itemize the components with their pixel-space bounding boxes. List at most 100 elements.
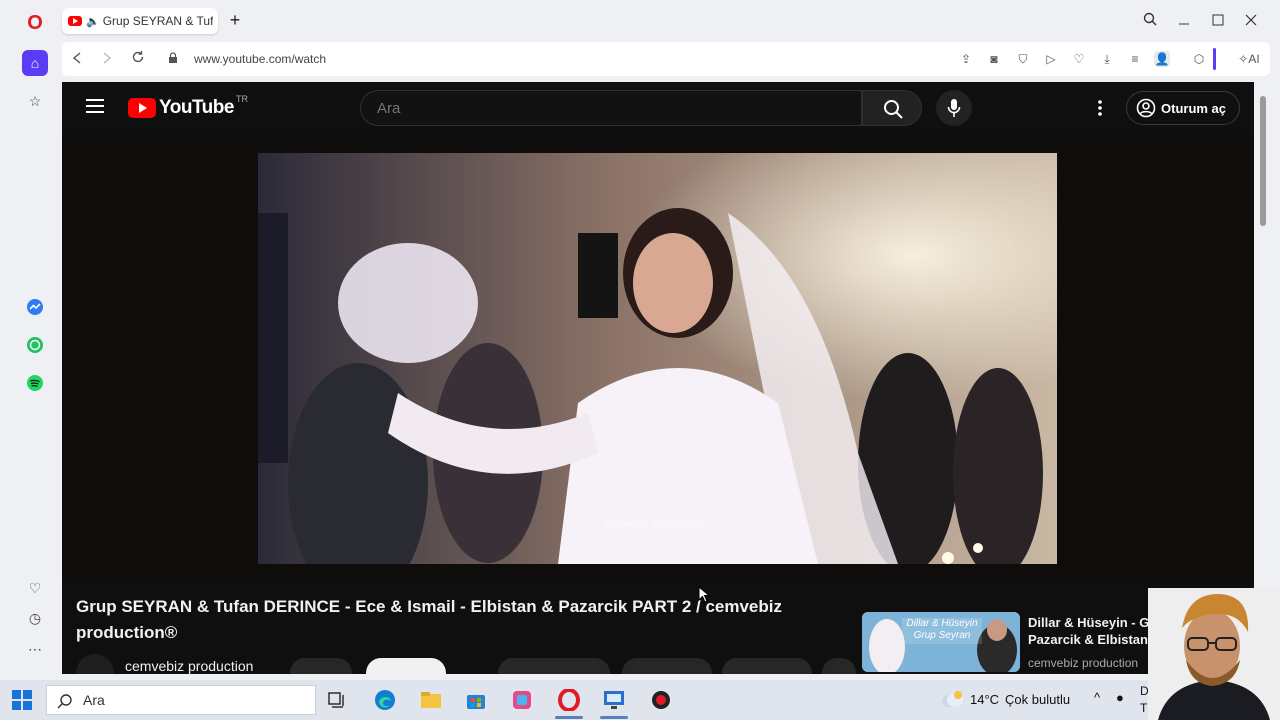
search-tabs-icon[interactable] bbox=[1139, 10, 1161, 32]
video-watermark: cemvebiz production bbox=[603, 518, 704, 530]
windows-start-icon[interactable] bbox=[12, 690, 32, 710]
menu-lines-icon[interactable]: ≡ bbox=[1127, 51, 1143, 67]
region-code: TR bbox=[235, 94, 248, 104]
search-input[interactable] bbox=[361, 91, 861, 125]
weather-condition: Çok bulutlu bbox=[1005, 691, 1071, 707]
download-icon[interactable]: ⤓ bbox=[1099, 51, 1115, 67]
cloud-icon bbox=[942, 691, 963, 707]
store-icon[interactable] bbox=[462, 686, 490, 714]
youtube-favicon-icon bbox=[68, 16, 82, 26]
file-explorer-icon[interactable] bbox=[417, 686, 445, 714]
profile-icon[interactable]: 👤 bbox=[1154, 51, 1170, 67]
video-player[interactable]: cemvebiz production bbox=[62, 134, 1254, 582]
account-circle-icon bbox=[1136, 98, 1156, 118]
maximize-button[interactable] bbox=[1207, 10, 1229, 32]
related-title: Dillar & Hüseyin - Gru Pazarcik & Elbist… bbox=[1028, 614, 1158, 648]
youtube-logo[interactable]: YouTube TR bbox=[128, 94, 248, 119]
reload-button[interactable] bbox=[129, 50, 147, 68]
remote-desktop-icon[interactable] bbox=[600, 686, 628, 714]
remote-active-indicator bbox=[600, 716, 628, 719]
youtube-header: YouTube TR Oturum aç bbox=[62, 82, 1254, 134]
related-title-line1: Dillar & Hüseyin - Gru bbox=[1028, 615, 1158, 630]
task-view-icon[interactable] bbox=[323, 686, 351, 714]
signin-label: Oturum aç bbox=[1161, 100, 1227, 116]
close-button[interactable] bbox=[1240, 10, 1262, 32]
heart-sidebar-icon[interactable]: ♡ bbox=[22, 575, 48, 601]
page-scrollbar[interactable] bbox=[1256, 82, 1270, 674]
back-button[interactable] bbox=[68, 50, 86, 68]
new-tab-button[interactable]: + bbox=[226, 11, 244, 30]
browser-tab[interactable]: 🔈 Grup SEYRAN & Tufan bbox=[62, 8, 218, 34]
like-dislike-button[interactable] bbox=[498, 658, 610, 674]
speaker-icon[interactable]: 🔈 bbox=[86, 15, 100, 28]
aria-ai-button[interactable]: ✧AI bbox=[1234, 51, 1264, 67]
shield-icon[interactable]: ⛉ bbox=[1015, 51, 1031, 67]
microphone-tray-icon[interactable]: ● bbox=[1116, 690, 1124, 705]
camera-icon[interactable]: ◙ bbox=[986, 51, 1002, 67]
join-button[interactable] bbox=[290, 658, 352, 674]
edge-icon[interactable] bbox=[371, 686, 399, 714]
settings-kebab-icon[interactable] bbox=[1092, 98, 1108, 118]
mouse-cursor-icon bbox=[698, 585, 711, 609]
youtube-play-logo-icon bbox=[128, 98, 156, 118]
tab-title: Grup SEYRAN & Tufan bbox=[102, 14, 213, 28]
clock-fragment-2[interactable]: T bbox=[1140, 701, 1147, 715]
channel-name[interactable]: cemvebiz production bbox=[125, 658, 253, 674]
related-thumbnail[interactable]: Dillar & Hüseyin Grup Seyran bbox=[862, 612, 1020, 672]
youtube-wordmark: YouTube bbox=[159, 97, 234, 118]
taskbar-search[interactable]: Ara bbox=[46, 685, 316, 715]
search-box bbox=[360, 90, 862, 126]
weather-widget[interactable]: 14°C Çok bulutlu bbox=[940, 690, 1070, 708]
cube-icon[interactable]: ⬡ bbox=[1191, 51, 1207, 67]
url-field[interactable]: www.youtube.com/watch bbox=[194, 52, 326, 66]
tray-chevron-icon[interactable]: ^ bbox=[1094, 690, 1100, 705]
temperature: 14°C bbox=[970, 691, 1000, 707]
microphone-icon bbox=[947, 99, 961, 117]
windows-taskbar: Ara 14°C Çok bulutlu ^ ● D T bbox=[0, 680, 1280, 720]
messenger-icon[interactable] bbox=[22, 298, 48, 324]
taskbar-search-icon bbox=[57, 694, 72, 709]
opera-sidebar: ⌂ ☆ ♡ ◷ ⋯ bbox=[0, 42, 62, 680]
heart-icon[interactable]: ♡ bbox=[1071, 51, 1087, 67]
scrollbar-thumb[interactable] bbox=[1260, 96, 1266, 226]
sidebar-divider bbox=[1213, 48, 1216, 70]
share-icon[interactable]: ⇪ bbox=[958, 51, 974, 67]
home-icon[interactable]: ⌂ bbox=[22, 50, 48, 76]
channel-row: cemvebiz production bbox=[76, 654, 856, 674]
video-frame[interactable]: cemvebiz production bbox=[258, 153, 1057, 564]
whatsapp-icon[interactable] bbox=[22, 336, 48, 362]
lock-icon[interactable] bbox=[164, 50, 182, 68]
opera-active-indicator bbox=[555, 716, 583, 719]
avatar-illustration bbox=[1148, 588, 1280, 720]
opera-logo-icon[interactable]: O bbox=[22, 10, 48, 36]
channel-avatar[interactable] bbox=[76, 654, 114, 674]
recorder-icon[interactable] bbox=[647, 686, 675, 714]
video-title: Grup SEYRAN & Tufan DERINCE - Ece & Isma… bbox=[76, 597, 782, 642]
taskbar-search-label: Ara bbox=[83, 692, 105, 708]
signin-button[interactable]: Oturum aç bbox=[1126, 91, 1240, 125]
address-bar: www.youtube.com/watch ⇪ ◙ ⛉ ▷ ♡ ⤓ ≡ 👤 ⬡ … bbox=[62, 42, 1270, 76]
webcam-overlay bbox=[1148, 588, 1280, 720]
related-thumb-text: Dillar & Hüseyin Grup Seyran bbox=[906, 618, 978, 641]
more-sidebar-icon[interactable]: ⋯ bbox=[22, 636, 48, 662]
opera-taskbar-icon[interactable] bbox=[555, 686, 583, 714]
voice-search-button[interactable] bbox=[936, 90, 972, 126]
minimize-button[interactable] bbox=[1173, 10, 1195, 32]
office-365-icon[interactable] bbox=[508, 686, 536, 714]
play-icon[interactable]: ▷ bbox=[1043, 51, 1059, 67]
ai-label: AI bbox=[1248, 52, 1260, 66]
save-button[interactable] bbox=[722, 658, 812, 674]
wedding-video-still bbox=[258, 153, 1057, 564]
spotify-icon[interactable] bbox=[22, 374, 48, 400]
hamburger-menu-icon[interactable] bbox=[86, 99, 104, 113]
subscribe-button[interactable] bbox=[366, 658, 446, 674]
search-button[interactable] bbox=[862, 90, 922, 126]
bookmarks-icon[interactable]: ☆ bbox=[22, 88, 48, 114]
related-title-line2: Pazarcik & Elbistan D bbox=[1028, 632, 1158, 647]
share-button[interactable] bbox=[622, 658, 712, 674]
more-actions-button[interactable] bbox=[822, 658, 856, 674]
history-icon[interactable]: ◷ bbox=[22, 605, 48, 631]
search-icon bbox=[884, 100, 903, 119]
forward-button[interactable] bbox=[98, 50, 116, 68]
browser-window: O 🔈 Grup SEYRAN & Tufan + www.youtube.co… bbox=[0, 0, 1280, 680]
